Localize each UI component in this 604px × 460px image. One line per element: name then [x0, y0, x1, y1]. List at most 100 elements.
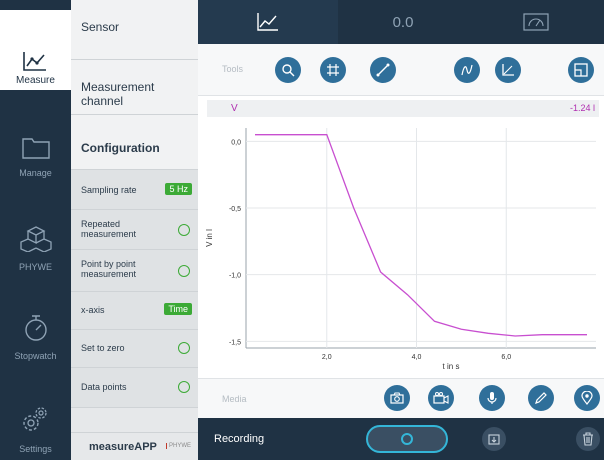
- repeated-measurement-label: Repeated measurement: [81, 219, 137, 239]
- delete-button[interactable]: [576, 427, 600, 451]
- nav-label-phywe: PHYWE: [18, 262, 52, 272]
- layout-icon: [574, 63, 588, 77]
- gauge-icon: [523, 13, 549, 31]
- sensor-label: Sensor: [81, 20, 120, 34]
- pencil-icon: [535, 392, 547, 404]
- crosshair-icon: [327, 64, 339, 76]
- layout-button[interactable]: [568, 57, 594, 83]
- crosshair-button[interactable]: [320, 57, 346, 83]
- x-tick-label: 2,0: [322, 354, 332, 361]
- tab-value[interactable]: 0.0: [338, 0, 468, 44]
- fit-curve-button[interactable]: [454, 57, 480, 83]
- measurement-channel-row[interactable]: Measurement channel: [71, 60, 198, 115]
- y-tick-label: -1,0: [229, 273, 241, 280]
- channel-name: V: [231, 103, 238, 114]
- measurement-channel-label: Measurement channel: [81, 80, 155, 108]
- x-tick-label: 6,0: [501, 354, 511, 361]
- nav-label-measure: Measure: [16, 75, 55, 86]
- x-axis-title: t in s: [443, 362, 460, 371]
- point-by-point-row[interactable]: Point by point measurement: [71, 250, 198, 292]
- axes-button[interactable]: [495, 57, 521, 83]
- line-tool-button[interactable]: [370, 57, 396, 83]
- y-tick-label: -1,5: [229, 339, 241, 346]
- sampling-rate-row[interactable]: Sampling rate 5 Hz: [71, 170, 198, 210]
- sampling-rate-value[interactable]: 5 Hz: [165, 183, 192, 195]
- data-points-row[interactable]: Data points: [71, 368, 198, 408]
- sensor-row[interactable]: Sensor: [71, 0, 198, 60]
- record-button[interactable]: [366, 425, 448, 453]
- gear-icon: [23, 407, 47, 431]
- tab-graph[interactable]: [198, 0, 338, 44]
- y-axis-title: V in l: [205, 229, 214, 247]
- folder-icon: [22, 138, 50, 159]
- nav-label-manage: Manage: [19, 168, 52, 178]
- video-button[interactable]: [428, 385, 454, 411]
- pencil-button[interactable]: [528, 385, 554, 411]
- stopwatch-icon: [25, 315, 47, 341]
- graph-icon: [257, 13, 278, 31]
- x-axis-row[interactable]: x-axis Time: [71, 292, 198, 330]
- set-to-zero-toggle[interactable]: [178, 342, 190, 354]
- view-tabs: 0.0: [198, 0, 604, 44]
- data-points-toggle[interactable]: [178, 381, 190, 393]
- microphone-button[interactable]: [479, 385, 505, 411]
- save-icon: [488, 434, 500, 445]
- config-panel: Sensor Measurement channel Configuration…: [71, 0, 198, 460]
- camera-icon: [390, 392, 404, 404]
- trash-icon: [583, 432, 593, 446]
- configuration-label: Configuration: [81, 141, 160, 155]
- cubes-icon: [20, 226, 52, 252]
- main-nav: Measure Manage PHYWE Stopwatch Settings: [0, 0, 71, 460]
- camera-button[interactable]: [384, 385, 410, 411]
- nav-item-stopwatch[interactable]: Stopwatch: [0, 305, 71, 375]
- zoom-button[interactable]: [275, 57, 301, 83]
- channel-value: -1.24 l: [569, 103, 595, 113]
- chart-svg: 2,0 4,0 6,0 0,0 -0,5 -1,0 -1,5 t in s V in l: [205, 128, 596, 371]
- nav-item-phywe[interactable]: PHYWE: [0, 212, 71, 282]
- set-to-zero-label: Set to zero: [81, 343, 125, 353]
- media-label: Media: [222, 394, 247, 404]
- zoom-icon: [282, 64, 295, 77]
- tab-value-label: 0.0: [392, 13, 414, 31]
- logo-brand: PHYWE: [166, 443, 191, 449]
- y-tick-label: 0,0: [231, 139, 241, 146]
- location-icon: [581, 391, 593, 405]
- tab-gauge[interactable]: [468, 0, 604, 44]
- location-button[interactable]: [574, 385, 600, 411]
- nav-label-settings: Settings: [19, 444, 52, 454]
- line-chart-icon: [23, 52, 46, 71]
- channel-strip[interactable]: V -1.24 l: [207, 100, 599, 117]
- line-tool-icon: [376, 63, 390, 77]
- recording-label: Recording: [214, 433, 265, 445]
- nav-label-stopwatch: Stopwatch: [14, 351, 57, 361]
- configuration-header: Configuration: [71, 115, 198, 170]
- tools-bar: Tools: [198, 44, 604, 96]
- measurement-chart[interactable]: 2,0 4,0 6,0 0,0 -0,5 -1,0 -1,5 t in s V in l: [198, 120, 604, 378]
- axes-icon: [502, 64, 514, 76]
- nav-item-settings[interactable]: Settings: [0, 400, 71, 460]
- nav-item-manage[interactable]: Manage: [0, 120, 71, 190]
- point-by-point-toggle[interactable]: [178, 265, 190, 277]
- video-icon: [433, 392, 449, 404]
- tools-label: Tools: [222, 64, 244, 74]
- x-axis-label: x-axis: [81, 305, 105, 315]
- repeated-measurement-row[interactable]: Repeated measurement: [71, 210, 198, 250]
- set-to-zero-row[interactable]: Set to zero: [71, 330, 198, 368]
- x-axis-value[interactable]: Time: [164, 303, 192, 315]
- logo-text: measureAPP: [89, 441, 157, 453]
- app-logo: measureAPP PHYWE: [71, 432, 198, 460]
- y-tick-label: -0,5: [229, 206, 241, 213]
- nav-item-measure[interactable]: Measure: [0, 10, 71, 90]
- recording-bar: Recording: [198, 418, 604, 460]
- record-icon: [401, 433, 413, 445]
- x-tick-label: 4,0: [412, 354, 422, 361]
- media-bar: Media: [198, 378, 604, 418]
- fit-curve-icon: [461, 64, 473, 76]
- sampling-rate-label: Sampling rate: [81, 185, 137, 195]
- series-line: [255, 134, 587, 337]
- save-button[interactable]: [482, 427, 506, 451]
- point-by-point-label: Point by point measurement: [81, 259, 137, 279]
- microphone-icon: [487, 392, 497, 404]
- repeated-measurement-toggle[interactable]: [178, 224, 190, 236]
- data-points-label: Data points: [81, 382, 127, 392]
